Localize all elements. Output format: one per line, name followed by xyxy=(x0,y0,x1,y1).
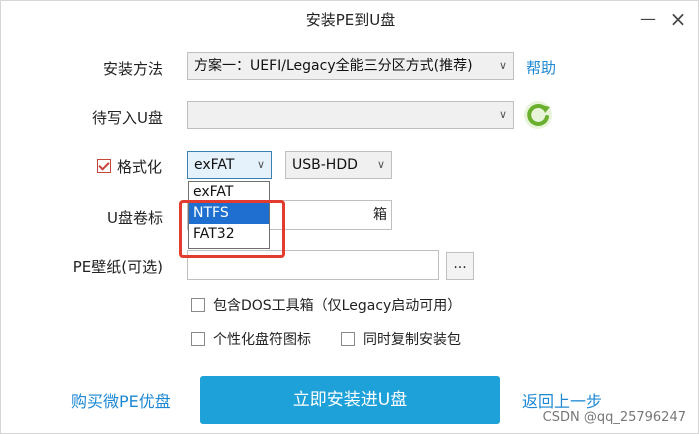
browse-button[interactable]: ... xyxy=(446,252,474,280)
install-method-label: 安装方法 xyxy=(102,60,163,78)
filesystem-value: exFAT xyxy=(194,157,235,173)
refresh-icon[interactable] xyxy=(523,100,553,130)
format-label: 格式化 xyxy=(117,158,163,176)
close-button[interactable]: × xyxy=(665,7,691,33)
wallpaper-label: PE壁纸(可选) xyxy=(72,258,163,276)
volume-label-label: U盘卷标 xyxy=(107,209,163,227)
help-link[interactable]: 帮助 xyxy=(526,57,556,78)
copy-package-label: 同时复制安装包 xyxy=(363,332,461,348)
filesystem-dropdown-list: exFAT NTFS FAT32 xyxy=(188,181,270,249)
filesystem-select[interactable]: exFAT ∨ xyxy=(187,151,272,179)
usb-mode-select[interactable]: USB-HDD ∨ xyxy=(285,151,392,179)
minimize-button[interactable]: — xyxy=(635,7,661,33)
dos-toolbox-checkbox[interactable] xyxy=(191,298,205,312)
usb-mode-value: USB-HDD xyxy=(292,157,358,173)
install-method-select[interactable]: 方案一：UEFI/Legacy全能三分区方式(推荐) ∨ xyxy=(187,52,514,80)
install-to-usb-button[interactable]: 立即安装进U盘 xyxy=(200,376,500,424)
filesystem-option-ntfs[interactable]: NTFS xyxy=(189,203,269,224)
chevron-down-icon: ∨ xyxy=(498,59,507,72)
chevron-down-icon: ∨ xyxy=(256,158,265,171)
watermark: CSDN @qq_25796247 xyxy=(542,410,686,425)
target-drive-select[interactable]: ∨ xyxy=(187,101,514,129)
back-link[interactable]: 返回上一步 xyxy=(522,388,602,412)
chevron-down-icon: ∨ xyxy=(498,108,507,121)
dos-toolbox-label: 包含DOS工具箱（仅Legacy启动可用） xyxy=(213,298,462,314)
custom-icon-checkbox[interactable] xyxy=(191,332,205,346)
buy-pe-usb-link[interactable]: 购买微PE优盘 xyxy=(71,388,171,412)
custom-icon-label: 个性化盘符图标 xyxy=(213,332,311,348)
chevron-down-icon: ∨ xyxy=(376,158,385,171)
wallpaper-input[interactable] xyxy=(187,250,439,280)
install-pe-window: 安装PE到U盘 — × 安装方法 方案一：UEFI/Legacy全能三分区方式(… xyxy=(0,0,699,434)
filesystem-option-exfat[interactable]: exFAT xyxy=(189,182,269,203)
window-title: 安装PE到U盘 xyxy=(305,11,396,29)
filesystem-option-fat32[interactable]: FAT32 xyxy=(189,224,269,245)
install-method-value: 方案一：UEFI/Legacy全能三分区方式(推荐) xyxy=(194,58,473,74)
target-drive-label: 待写入U盘 xyxy=(92,109,163,127)
copy-package-checkbox[interactable] xyxy=(341,332,355,346)
format-checkbox[interactable] xyxy=(97,159,111,173)
